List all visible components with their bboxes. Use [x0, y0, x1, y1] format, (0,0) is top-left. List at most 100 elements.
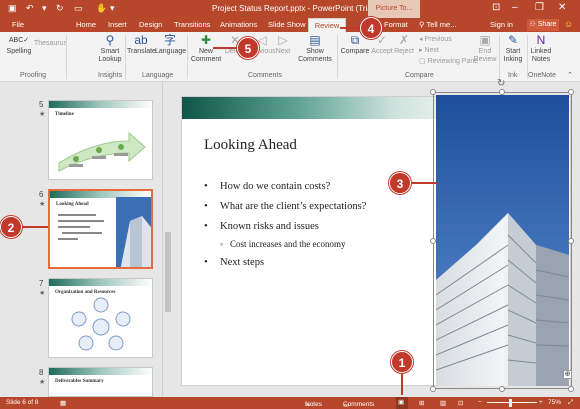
resize-handle[interactable] [499, 386, 505, 392]
zoom-level[interactable]: 75% [548, 399, 561, 406]
new-comment-button[interactable]: ✚ New Comment [190, 34, 222, 64]
slide-show-view-icon[interactable]: ⊡ [458, 399, 463, 407]
spelling-button[interactable]: ABC✓ Spelling [4, 34, 34, 56]
undo-dropdown-icon[interactable]: ▾ [42, 3, 47, 14]
callout-badge-1: 1 [391, 351, 413, 373]
callout-pointer-2 [22, 226, 48, 228]
resize-handle[interactable] [568, 238, 574, 244]
resize-handle[interactable] [430, 386, 436, 392]
start-inking-button[interactable]: ✎ Start Inking [500, 34, 526, 64]
tab-transitions[interactable]: Transitions [174, 20, 210, 29]
tab-review[interactable]: Review [308, 18, 346, 32]
zoom-out-icon[interactable]: − [478, 399, 482, 406]
thumbnail-slide-5[interactable]: Timeline [48, 100, 153, 180]
reading-view-icon[interactable]: ▥ [440, 399, 446, 407]
transition-star-icon: ★ [39, 379, 46, 386]
bullet-icon: • [204, 181, 208, 192]
bullet-item[interactable]: • Next steps [204, 257, 264, 268]
close-icon[interactable]: ✕ [558, 2, 566, 13]
resize-handle[interactable] [568, 89, 574, 95]
separator [337, 35, 338, 79]
thumbnail-bullets [58, 197, 151, 267]
customize-qat-icon[interactable]: ▾ [110, 3, 115, 14]
title-bar: ▣ ↶ ▾ ↻ ▭ ✋ ▾ Project Status Report.pptx… [0, 0, 580, 18]
undo-icon[interactable]: ↶ [26, 3, 34, 14]
minimize-icon[interactable]: – [512, 2, 518, 13]
translate-icon: ab [134, 33, 148, 47]
start-from-beginning-icon[interactable]: ▭ [74, 3, 83, 14]
scrollbar-thumb[interactable] [165, 232, 171, 312]
slide-title[interactable]: Looking Ahead [204, 137, 297, 154]
thumbnail-slide-7[interactable]: Organization and Resources [48, 278, 153, 358]
resize-handle[interactable] [430, 89, 436, 95]
thesaurus-button[interactable]: Thesaurus [34, 40, 67, 48]
thumbnail-number: 6 [39, 190, 44, 199]
tell-me-box[interactable]: ⚲ Tell me... [419, 20, 456, 29]
normal-view-button[interactable]: ▣ [396, 397, 408, 409]
smart-lookup-icon: ⚲ [105, 33, 115, 47]
touch-mode-icon[interactable]: ✋ [96, 3, 107, 14]
language-icon: 字 [163, 33, 176, 47]
next-change-button[interactable]: ▸ Next [419, 46, 439, 54]
show-comments-icon: ▤ [309, 33, 321, 47]
ribbon-display-icon[interactable]: ⊡ [492, 2, 500, 13]
slide-counter: Slide 6 of 8 [6, 399, 39, 406]
separator [187, 35, 188, 79]
share-button[interactable]: ⚇ Share [527, 19, 559, 31]
smart-lookup-button[interactable]: ⚲ Smart Lookup [96, 34, 124, 64]
zoom-slider[interactable] [487, 402, 537, 403]
thumbnail-title: Deliverables Summary [55, 379, 104, 384]
callout-pointer-1 [401, 373, 403, 395]
sign-in-link[interactable]: Sign in [490, 20, 513, 29]
callout-pointer-5 [213, 47, 237, 49]
transition-star-icon: ★ [39, 111, 46, 118]
restore-icon[interactable]: ❐ [535, 2, 544, 13]
tab-design[interactable]: Design [139, 20, 162, 29]
language-group-label: Language [142, 72, 174, 79]
bullet-item[interactable]: • What are the client’s expectations? [204, 201, 366, 212]
show-comments-button[interactable]: ▤ Show Comments [297, 34, 333, 64]
spelling-status-icon[interactable]: ▦ [60, 399, 66, 407]
translate-button[interactable]: ab Translate [127, 33, 156, 56]
resize-handle[interactable] [568, 386, 574, 392]
reject-button[interactable]: ✗ Reject [393, 34, 415, 56]
sub-bullet-item[interactable]: ◦ Cost increases and the economy [220, 239, 345, 249]
reviewing-pane-icon: ▢ [419, 58, 428, 65]
bullet-item[interactable]: • How do we contain costs? [204, 181, 330, 192]
proofing-group-label: Proofing [20, 72, 47, 79]
previous-change-button[interactable]: ◂ Previous [419, 35, 452, 43]
feedback-smiley-icon[interactable]: ☺ [564, 19, 573, 29]
bullet-icon: • [204, 221, 208, 232]
callout-badge-3: 3 [389, 172, 411, 194]
thumbnail-slide-8[interactable]: Deliverables Summary [48, 367, 153, 397]
thumbnail-slide-6[interactable]: Looking Ahead [48, 189, 153, 269]
tab-home[interactable]: Home [76, 20, 96, 29]
sub-bullet-icon: ◦ [220, 239, 224, 249]
tab-insert[interactable]: Insert [108, 20, 127, 29]
reviewing-pane-button[interactable]: ▢ Reviewing Pane [419, 57, 478, 65]
end-review-button[interactable]: ▣ End Review [472, 34, 498, 64]
ink-group-label: Ink [508, 72, 518, 79]
bullet-item[interactable]: • Known risks and issues [204, 221, 319, 232]
language-button[interactable]: 字 Language [155, 33, 186, 56]
fit-slide-icon[interactable]: ⊕ [563, 370, 572, 379]
rotate-handle-icon[interactable]: ↻ [497, 78, 505, 89]
resize-handle[interactable] [430, 238, 436, 244]
tab-animations[interactable]: Animations [220, 20, 257, 29]
fit-to-window-icon[interactable]: ⤢ [568, 399, 573, 407]
slide-sorter-icon[interactable]: ⊞ [419, 399, 424, 407]
tab-format[interactable]: Format [384, 20, 408, 29]
transition-star-icon: ★ [39, 290, 46, 297]
next-comment-button[interactable]: ▷ Next [274, 34, 292, 56]
resize-handle[interactable] [499, 89, 505, 95]
save-icon[interactable]: ▣ [8, 3, 17, 14]
redo-icon[interactable]: ↻ [56, 3, 64, 14]
tab-slide-show[interactable]: Slide Show [268, 20, 306, 29]
zoom-slider-thumb[interactable] [509, 399, 512, 407]
collapse-ribbon-icon[interactable]: ⌃ [567, 71, 573, 79]
zoom-in-icon[interactable]: + [539, 399, 543, 406]
thumbnail-scrollbar[interactable] [162, 82, 172, 397]
tab-file[interactable]: File [0, 18, 36, 32]
linked-notes-button[interactable]: N Linked Notes [528, 34, 554, 64]
compare-group-label: Compare [405, 72, 434, 79]
